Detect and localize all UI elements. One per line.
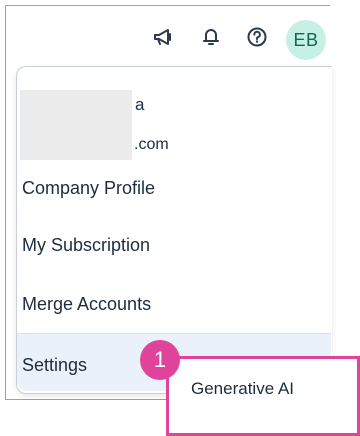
megaphone-icon[interactable]	[148, 22, 178, 52]
top-header: EB	[6, 6, 330, 64]
help-icon[interactable]	[242, 22, 272, 52]
submenu-item-generative-ai[interactable]: Generative AI	[191, 379, 294, 399]
settings-submenu: Generative AI	[166, 356, 360, 436]
user-name: a	[135, 95, 145, 114]
menu-item-merge-accounts[interactable]: Merge Accounts	[22, 284, 322, 324]
avatar[interactable]: EB	[286, 20, 326, 60]
user-email: .com	[134, 136, 169, 153]
menu-item-my-subscription[interactable]: My Subscription	[22, 225, 322, 265]
step-badge: 1	[140, 340, 180, 380]
redacted-user-info	[20, 90, 132, 160]
menu-item-company-profile[interactable]: Company Profile	[22, 168, 322, 208]
settings-label: Settings	[22, 355, 88, 375]
bell-icon[interactable]	[196, 22, 226, 52]
